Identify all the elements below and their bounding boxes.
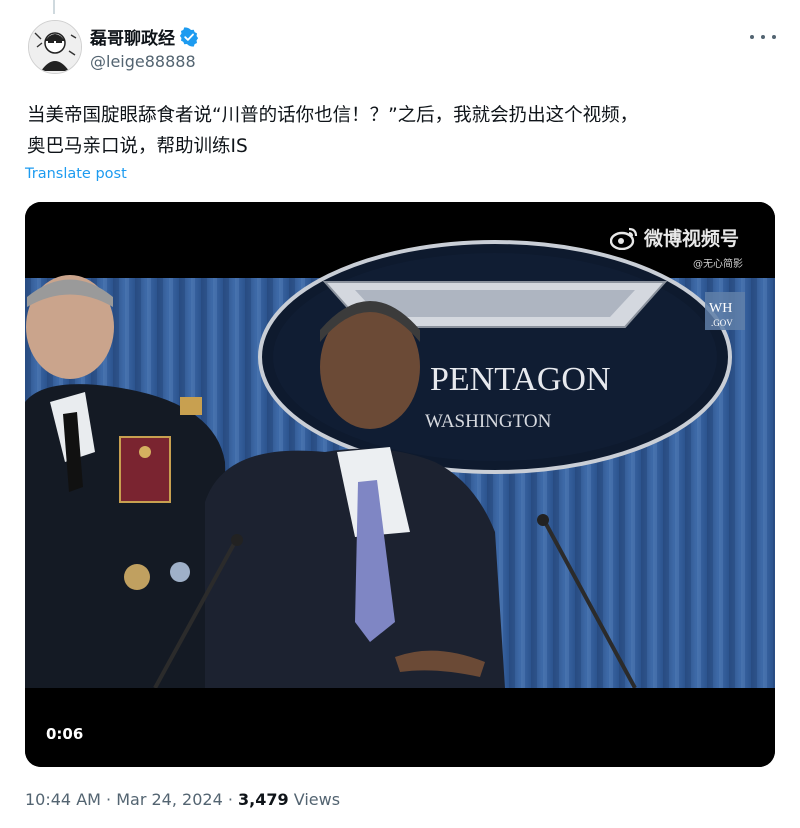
weibo-watermark-title: 微博视频号 [644,228,740,250]
avatar[interactable] [28,20,82,74]
thread-connector-line [53,0,55,14]
tweet-date[interactable]: Mar 24, 2024 [116,790,223,809]
video-player[interactable]: PENTAGON WASHINGTON WH .GOV 微博视频号 @无心简影 … [25,202,775,767]
meta-separator-2: · [222,790,239,809]
weibo-watermark-sub: @无心简影 [693,259,743,270]
podium-text-pentagon: PENTAGON [430,361,611,398]
podium-text-washington: WASHINGTON [425,411,552,432]
weibo-watermark: 微博视频号 [610,224,739,251]
weibo-logo-icon [610,227,638,250]
more-horizontal-icon[interactable] [750,27,776,47]
badge-text-wh: WH [709,301,732,316]
author-name-row: 磊哥聊政经 [90,24,199,49]
tweet-meta: 10:44 AM · Mar 24, 2024 · 3,479 Views [25,790,340,809]
video-frame: PENTAGON WASHINGTON WH .GOV [25,202,775,767]
views-count: 3,479 [238,790,289,809]
tweet-time[interactable]: 10:44 AM [25,790,101,809]
author-handle[interactable]: @leige88888 [90,52,196,71]
meta-separator: · [100,790,117,809]
translate-post-link[interactable]: Translate post [25,166,127,182]
views-label: Views [293,790,341,809]
video-current-time: 0:06 [46,725,84,743]
tweet-text: 当美帝国腚眼舔食者说“川普的话你也信！？”之后，我就会扔出这个视频， 奥巴马亲口… [27,105,639,157]
verified-badge-icon [179,26,199,47]
badge-text-gov: .GOV [711,318,733,328]
author-name[interactable]: 磊哥聊政经 [90,24,175,49]
